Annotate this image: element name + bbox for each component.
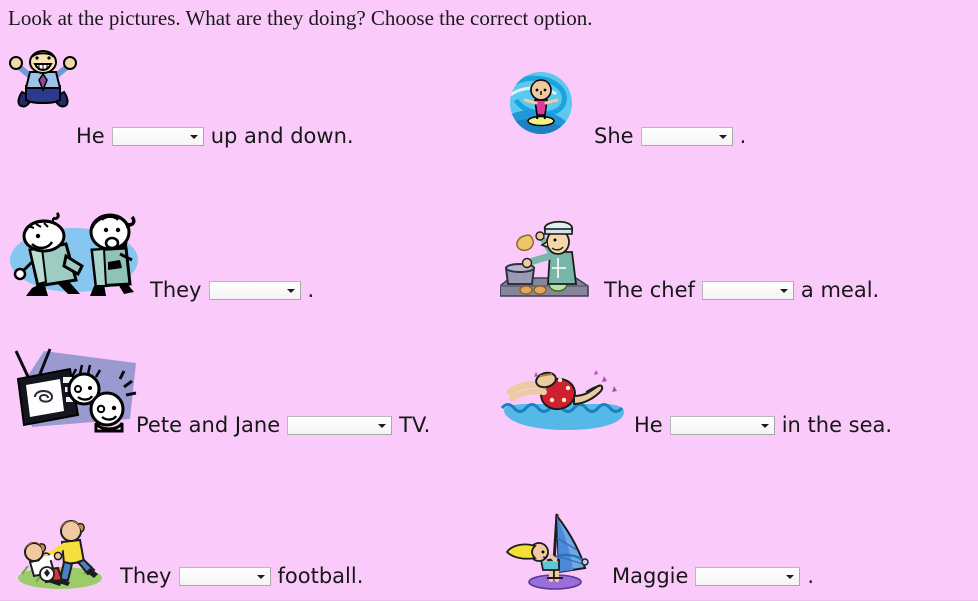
children-watching-tv-clipart — [14, 348, 137, 433]
picture-man-swimming — [500, 358, 630, 440]
worksheet-page: Look at the pictures. What are they doin… — [0, 0, 978, 601]
sentence-suffix-q5: TV. — [399, 413, 431, 437]
man-swimming-clipart — [500, 370, 624, 430]
picture-girl-surfing — [508, 72, 574, 134]
dropdown-q4[interactable] — [701, 281, 794, 300]
page-title: Look at the pictures. What are they doin… — [8, 6, 593, 30]
sentence-prefix-q7: They — [120, 564, 172, 588]
chevron-down-icon — [779, 288, 788, 293]
sentence-prefix-q4: The chef — [604, 278, 695, 302]
sentence-q6: He in the sea. — [634, 415, 892, 436]
sentence-q4: The chef a meal. — [604, 280, 879, 301]
dropdown-q7[interactable] — [178, 567, 271, 586]
couple-dancing-singing-clipart — [10, 211, 138, 296]
sentence-suffix-q3: . — [307, 278, 315, 302]
chevron-down-icon — [718, 134, 727, 139]
sentence-prefix-q8: Maggie — [612, 564, 689, 588]
chef-cooking-clipart — [500, 220, 589, 297]
sentence-suffix-q8: . — [807, 564, 815, 588]
chevron-down-icon — [189, 134, 198, 139]
chevron-down-icon — [786, 574, 795, 579]
chevron-down-icon — [760, 423, 769, 428]
chevron-down-icon — [378, 423, 387, 428]
sentence-prefix-q2: She — [594, 124, 634, 148]
sentence-q5: Pete and Jane TV. — [136, 415, 430, 436]
sentence-q1: He up and down. — [76, 126, 354, 147]
dropdown-q3[interactable] — [208, 281, 301, 300]
sentence-prefix-q5: Pete and Jane — [136, 413, 281, 437]
sentence-q3: They . — [150, 280, 314, 301]
sentence-prefix-q6: He — [634, 413, 663, 437]
sentence-q8: Maggie . — [612, 566, 814, 587]
picture-man-jumping — [8, 50, 78, 112]
man-jumping-clipart — [9, 50, 77, 108]
dropdown-q2[interactable] — [640, 127, 733, 146]
children-playing-football-clipart — [18, 520, 102, 589]
sentence-suffix-q4: a meal. — [800, 278, 880, 302]
sentence-suffix-q2: . — [739, 124, 747, 148]
dropdown-q1[interactable] — [111, 127, 204, 146]
picture-children-playing-football — [14, 512, 104, 590]
sentence-prefix-q3: They — [150, 278, 202, 302]
sentence-q7: They football. — [120, 566, 363, 587]
sentence-suffix-q1: up and down. — [210, 124, 354, 148]
dropdown-q8[interactable] — [695, 567, 801, 586]
chevron-down-icon — [256, 574, 265, 579]
sentence-suffix-q7: football. — [277, 564, 364, 588]
picture-children-watching-tv — [8, 345, 143, 440]
picture-chef-cooking — [500, 218, 592, 302]
picture-girl-windsurfing — [505, 508, 605, 592]
picture-couple-dancing — [8, 204, 150, 300]
dropdown-q6[interactable] — [669, 416, 775, 435]
dropdown-q5[interactable] — [287, 416, 393, 435]
sentence-prefix-q1: He — [76, 124, 105, 148]
sentence-suffix-q6: in the sea. — [781, 413, 893, 437]
girl-windsurfing-clipart — [505, 512, 589, 590]
sentence-q2: She . — [594, 126, 746, 147]
chevron-down-icon — [286, 288, 295, 293]
girl-surfing-clipart — [510, 72, 572, 134]
